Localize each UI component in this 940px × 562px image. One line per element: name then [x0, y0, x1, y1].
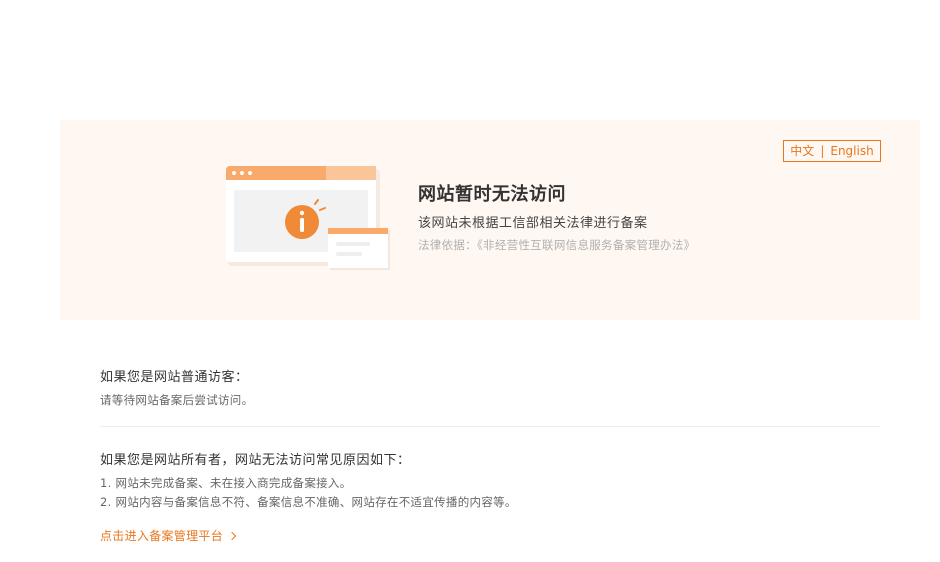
filing-platform-link[interactable]: 点击进入备案管理平台 — [100, 527, 237, 544]
law-reference: 法律依据：《非经营性互联网信息服务备案管理办法》 — [418, 238, 696, 252]
visitor-text: 请等待网站备案后尝试访问。 — [100, 393, 254, 407]
chevron-right-icon — [227, 531, 237, 540]
lang-separator: | — [820, 144, 825, 158]
section-divider — [100, 426, 880, 427]
lang-en-link[interactable]: English — [830, 141, 873, 161]
owner-section: 如果您是网站所有者，网站无法访问常见原因如下： 1. 网站未完成备案、未在接入商… — [100, 449, 880, 512]
page-title: 网站暂时无法访问 — [418, 184, 566, 205]
notice-subtitle: 该网站未根据工信部相关法律进行备案 — [418, 216, 648, 231]
filing-platform-link-label: 点击进入备案管理平台 — [100, 529, 224, 543]
language-switch[interactable]: 中文 | English — [783, 140, 881, 162]
notice-banner: 中文 | English 网站暂时无法访问 该网站未根据工信部相关法律进行备案 … — [60, 120, 920, 320]
owner-reasons: 1. 网站未完成备案、未在接入商完成备案接入。 2. 网站内容与备案信息不符、备… — [100, 474, 880, 512]
visitor-section: 如果您是网站普通访客： 请等待网站备案后尝试访问。 — [100, 366, 880, 410]
list-item: 2. 网站内容与备案信息不符、备案信息不准确、网站存在不适宜传播的内容等。 — [100, 495, 517, 509]
visitor-title: 如果您是网站普通访客： — [100, 370, 249, 385]
list-item: 1. 网站未完成备案、未在接入商完成备案接入。 — [100, 476, 352, 490]
browser-window-info-icon — [226, 166, 390, 270]
lang-zh-link[interactable]: 中文 — [790, 141, 814, 161]
owner-title: 如果您是网站所有者，网站无法访问常见原因如下： — [100, 453, 411, 468]
